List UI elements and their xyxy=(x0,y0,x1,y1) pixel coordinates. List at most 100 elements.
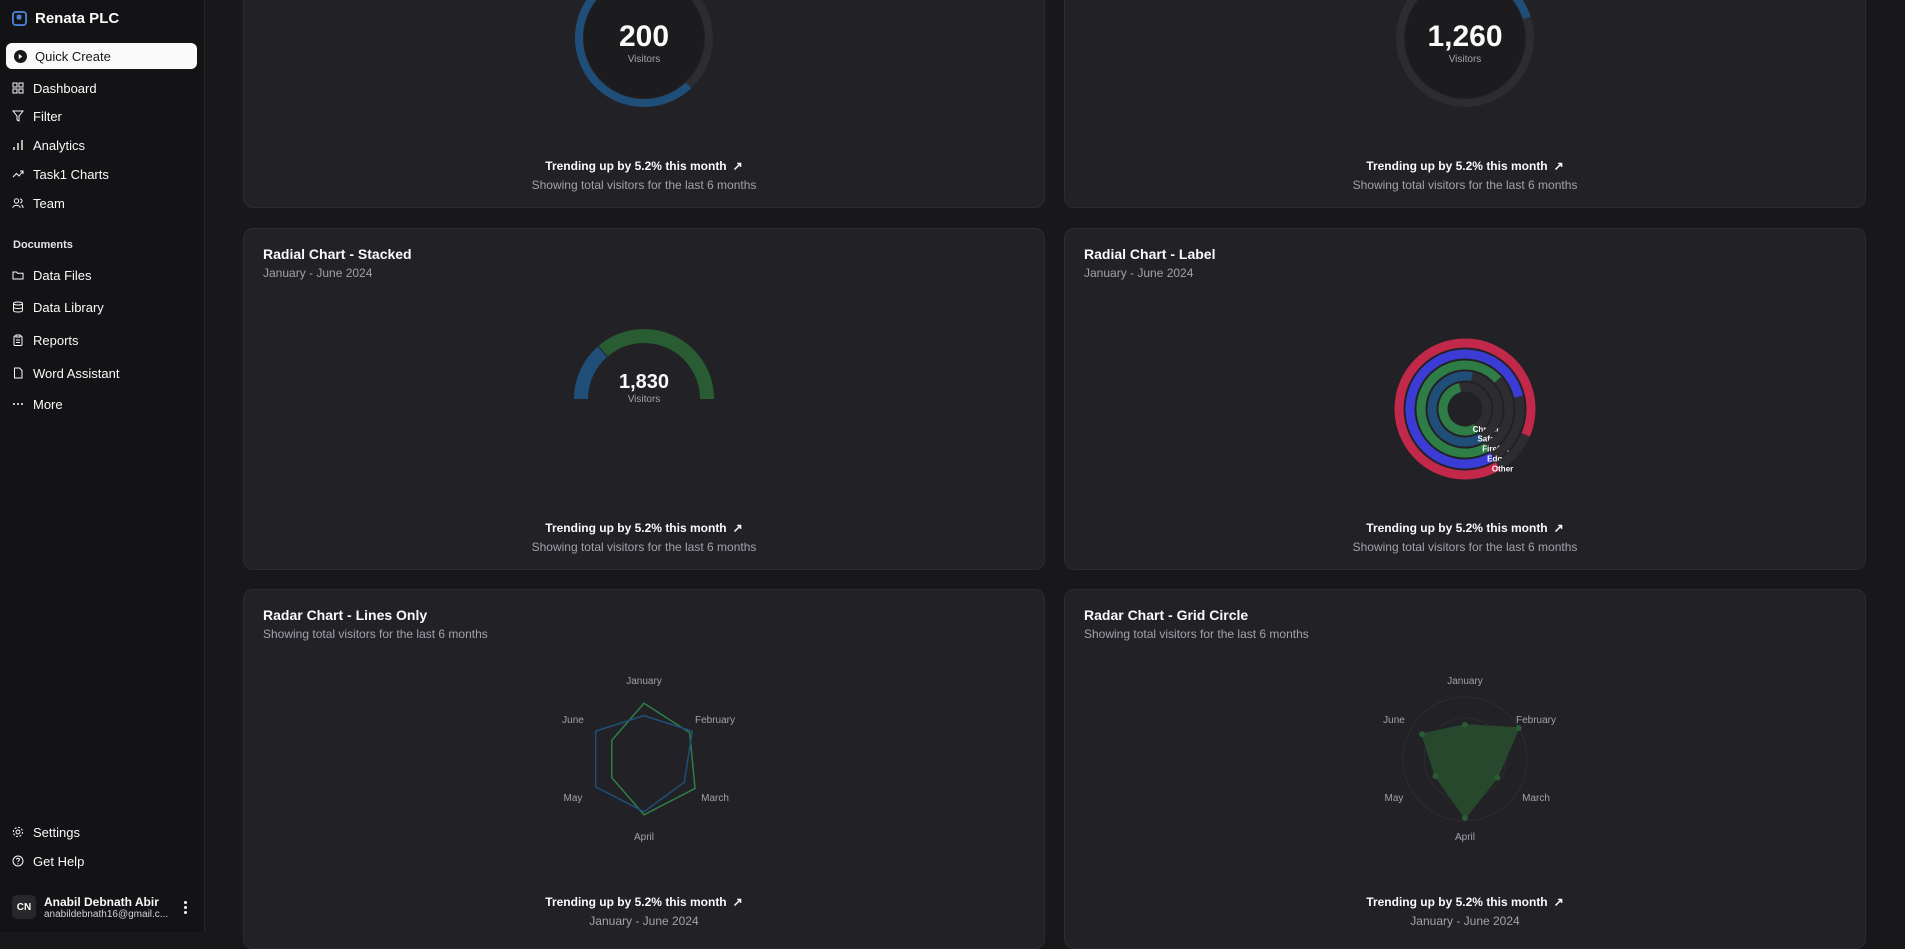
nav-data-files[interactable]: Data Files xyxy=(12,265,92,285)
user-name: Anabil Debnath Abir xyxy=(44,894,159,909)
radar-grid-chart: January February March April May June xyxy=(1383,676,1556,842)
quick-create-label: Quick Create xyxy=(35,48,111,64)
nav-reports[interactable]: Reports xyxy=(12,330,79,350)
radial-stacked-card: Radial Chart - Stacked January - June 20… xyxy=(243,228,1045,570)
radial-value: 1,830 xyxy=(619,371,669,393)
card-title: Radial Chart - Stacked xyxy=(263,246,412,262)
quick-create-button[interactable]: Quick Create xyxy=(6,43,197,69)
brand[interactable]: Renata PLC xyxy=(12,8,119,28)
trend-line: Trending up by 5.2% this month ↗ xyxy=(1065,159,1865,173)
nav-task1-charts[interactable]: Task1 Charts xyxy=(12,164,109,184)
radar-axis-label: January xyxy=(1447,676,1483,687)
nav-label: Get Help xyxy=(33,853,85,869)
help-icon xyxy=(12,855,24,867)
radar-axis-label: April xyxy=(1455,832,1475,842)
card-footer: January - June 2024 xyxy=(1410,914,1520,928)
trend-line: Trending up by 5.2% this month ↗ xyxy=(244,895,1044,909)
radial-value: 1,260 xyxy=(1427,20,1502,53)
trend-up-icon: ↗ xyxy=(1553,159,1564,173)
database-icon xyxy=(13,301,23,313)
team-icon xyxy=(12,198,24,209)
nav-label: Data Library xyxy=(33,299,104,315)
radar-axis-label: March xyxy=(701,793,729,804)
clipboard-icon xyxy=(13,334,23,346)
trend-up-icon: ↗ xyxy=(1553,521,1564,535)
radar-axis-label: May xyxy=(1385,793,1404,804)
radar-grid-card: Radar Chart - Grid Circle Showing total … xyxy=(1064,589,1866,949)
documents-section-label: Documents xyxy=(13,239,73,251)
radar-point xyxy=(1419,731,1426,738)
file-icon xyxy=(14,367,23,379)
brand-name: Renata PLC xyxy=(35,9,120,27)
radar-point xyxy=(1462,814,1468,821)
radial-unit: Visitors xyxy=(628,394,661,405)
nav-word-assistant[interactable]: Word Assistant xyxy=(12,363,119,383)
nav-label: Word Assistant xyxy=(33,365,120,381)
radar-lines-card: Radar Chart - Lines Only Showing total v… xyxy=(243,589,1045,949)
radial-label-chart: ChromeSafariFirefoxEdgeOther xyxy=(1394,338,1536,480)
nav-label: Analytics xyxy=(33,137,86,153)
card-footer: Showing total visitors for the last 6 mo… xyxy=(531,540,757,554)
trend-line: Trending up by 5.2% this month ↗ xyxy=(1065,895,1865,909)
trend-text: Trending up by 5.2% this month xyxy=(545,159,727,173)
nav-label: Reports xyxy=(33,332,79,348)
radar-point xyxy=(1494,774,1501,781)
card-title: Radar Chart - Lines Only xyxy=(263,607,428,623)
nav-label: Dashboard xyxy=(33,80,97,96)
radar-axis-label: June xyxy=(1383,715,1405,726)
radial-unit: Visitors xyxy=(1449,54,1482,65)
nav-filter[interactable]: Filter xyxy=(12,106,62,126)
user-profile[interactable]: CN Anabil Debnath Abir anabildebnath16@g… xyxy=(12,891,192,923)
radial-unit: Visitors xyxy=(628,54,661,65)
nav-data-library[interactable]: Data Library xyxy=(12,297,104,317)
gear-icon xyxy=(12,826,24,838)
radial-label-card: Radial Chart - Label January - June 2024… xyxy=(1064,228,1866,570)
brand-logo-icon xyxy=(12,10,27,26)
nav-label: More xyxy=(33,396,63,412)
radial-chart-top-right: 1,260 Visitors xyxy=(1396,0,1534,107)
nav-analytics[interactable]: Analytics xyxy=(12,135,85,155)
analytics-icon xyxy=(13,140,23,150)
trend-text: Trending up by 5.2% this month xyxy=(545,895,727,909)
nav-label: Task1 Charts xyxy=(33,166,109,182)
trend-line: Trending up by 5.2% this month ↗ xyxy=(244,159,1044,173)
radar-axis-label: February xyxy=(1516,715,1556,726)
trend-line: Trending up by 5.2% this month ↗ xyxy=(244,521,1044,535)
radar-lines-chart: January February March April May June xyxy=(562,676,735,842)
trend-text: Trending up by 5.2% this month xyxy=(1366,521,1548,535)
nav-more[interactable]: More xyxy=(12,394,63,414)
plus-circle-icon xyxy=(14,49,27,63)
radial-chart-top-left: 200 Visitors xyxy=(575,0,713,107)
radar-axis-label: January xyxy=(626,676,662,687)
nav-label: Data Files xyxy=(33,267,92,283)
stacked-segment xyxy=(574,346,608,400)
nav-settings[interactable]: Settings xyxy=(12,822,80,842)
radial-stacked-chart: 1,830 Visitors xyxy=(574,329,714,405)
card-subtitle: January - June 2024 xyxy=(1084,266,1194,280)
card-title: Radial Chart - Label xyxy=(1084,246,1216,262)
card-footer: Showing total visitors for the last 6 mo… xyxy=(1352,178,1578,192)
ring-chrome xyxy=(1438,383,1479,436)
nav-label: Filter xyxy=(33,108,62,124)
nav-label: Team xyxy=(33,195,65,211)
avatar: CN xyxy=(12,895,36,919)
dashboard-icon xyxy=(12,82,24,94)
nav-get-help[interactable]: Get Help xyxy=(12,851,84,871)
radar-axis-label: May xyxy=(564,793,583,804)
card-subtitle: January - June 2024 xyxy=(263,266,373,280)
nav-team[interactable]: Team xyxy=(12,193,65,213)
card-subtitle: Showing total visitors for the last 6 mo… xyxy=(1084,627,1309,641)
radar-series xyxy=(611,702,696,816)
trend-up-icon: ↗ xyxy=(1553,895,1564,909)
filter-icon xyxy=(12,110,24,122)
card-footer: Showing total visitors for the last 6 mo… xyxy=(1352,540,1578,554)
nav-dashboard[interactable]: Dashboard xyxy=(12,78,97,98)
ellipsis-icon xyxy=(13,403,23,405)
trend-up-icon: ↗ xyxy=(732,521,743,535)
sidebar: Renata PLC Quick Create Dashboard Filter… xyxy=(0,0,205,932)
user-email: anabildebnath16@gmail.c... xyxy=(44,908,169,920)
user-menu-icon[interactable] xyxy=(178,897,192,917)
nav-label: Settings xyxy=(33,824,80,840)
folder-icon xyxy=(12,271,24,280)
radar-axis-label: March xyxy=(1522,793,1550,804)
